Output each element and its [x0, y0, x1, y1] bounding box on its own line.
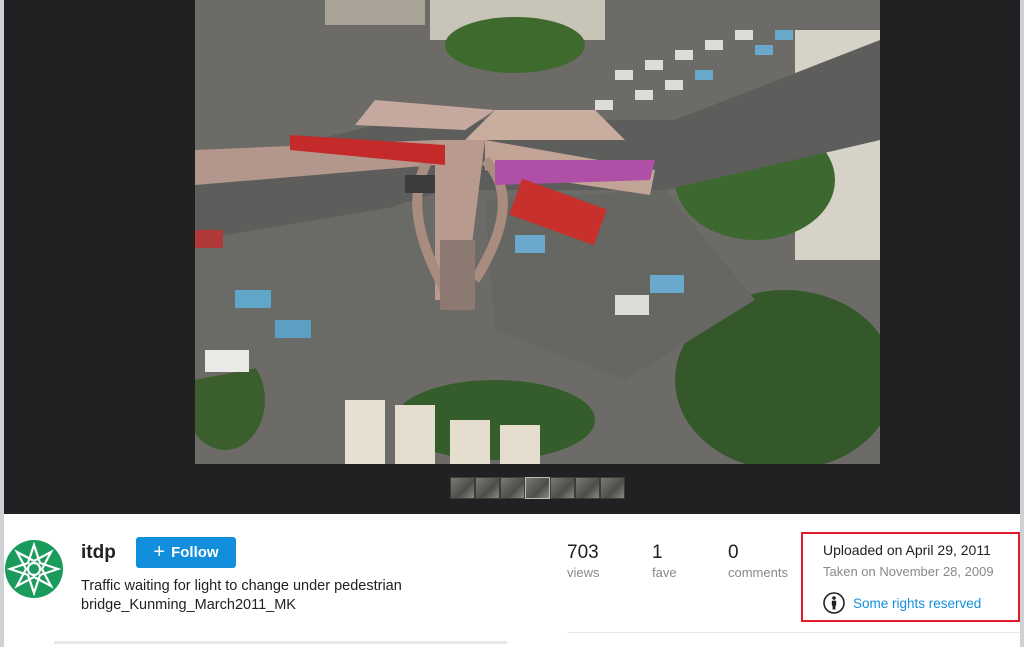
- photo-meta-box: Uploaded on April 29, 2011 Taken on Nove…: [801, 532, 1020, 622]
- stat-comments: 0 comments: [728, 542, 788, 580]
- photo-title: Traffic waiting for light to change unde…: [81, 578, 402, 613]
- divider: [567, 632, 1020, 633]
- filmstrip-thumbnail-current[interactable]: [525, 477, 550, 499]
- filmstrip: [450, 477, 625, 499]
- license-link[interactable]: Some rights reserved: [823, 592, 981, 614]
- license-label[interactable]: Some rights reserved: [853, 596, 981, 611]
- stat-faves-value: 1: [652, 542, 663, 563]
- stat-views: 703 views: [567, 542, 600, 580]
- creative-commons-attribution-icon: [823, 592, 845, 614]
- avatar[interactable]: [4, 539, 64, 599]
- follow-label: Follow: [171, 544, 219, 561]
- filmstrip-thumbnail[interactable]: [500, 477, 525, 499]
- taken-date[interactable]: Taken on November 28, 2009: [823, 564, 994, 579]
- plus-icon: +: [153, 540, 166, 563]
- follow-button[interactable]: + Follow: [136, 537, 236, 568]
- stat-comments-value: 0: [728, 542, 739, 563]
- owner-name[interactable]: itdp: [81, 542, 116, 564]
- stat-faves-label: fave: [652, 565, 677, 580]
- itdp-star-logo-icon: [5, 540, 63, 598]
- photo-image: [195, 0, 880, 464]
- window-frame-right: [1020, 0, 1024, 647]
- filmstrip-thumbnail[interactable]: [450, 477, 475, 499]
- stat-views-label: views: [567, 565, 600, 580]
- photo-info-panel: itdp + Follow Traffic waiting for light …: [4, 514, 1020, 647]
- stat-faves: 1 fave: [652, 542, 677, 580]
- filmstrip-thumbnail[interactable]: [550, 477, 575, 499]
- stat-comments-label: comments: [728, 565, 788, 580]
- photo-viewer: [4, 0, 1020, 514]
- divider: [54, 641, 507, 644]
- main-photo[interactable]: [195, 0, 880, 464]
- filmstrip-thumbnail[interactable]: [475, 477, 500, 499]
- filmstrip-thumbnail[interactable]: [575, 477, 600, 499]
- uploaded-date: Uploaded on April 29, 2011: [823, 542, 991, 558]
- stat-views-value: 703: [567, 542, 599, 563]
- filmstrip-thumbnail[interactable]: [600, 477, 625, 499]
